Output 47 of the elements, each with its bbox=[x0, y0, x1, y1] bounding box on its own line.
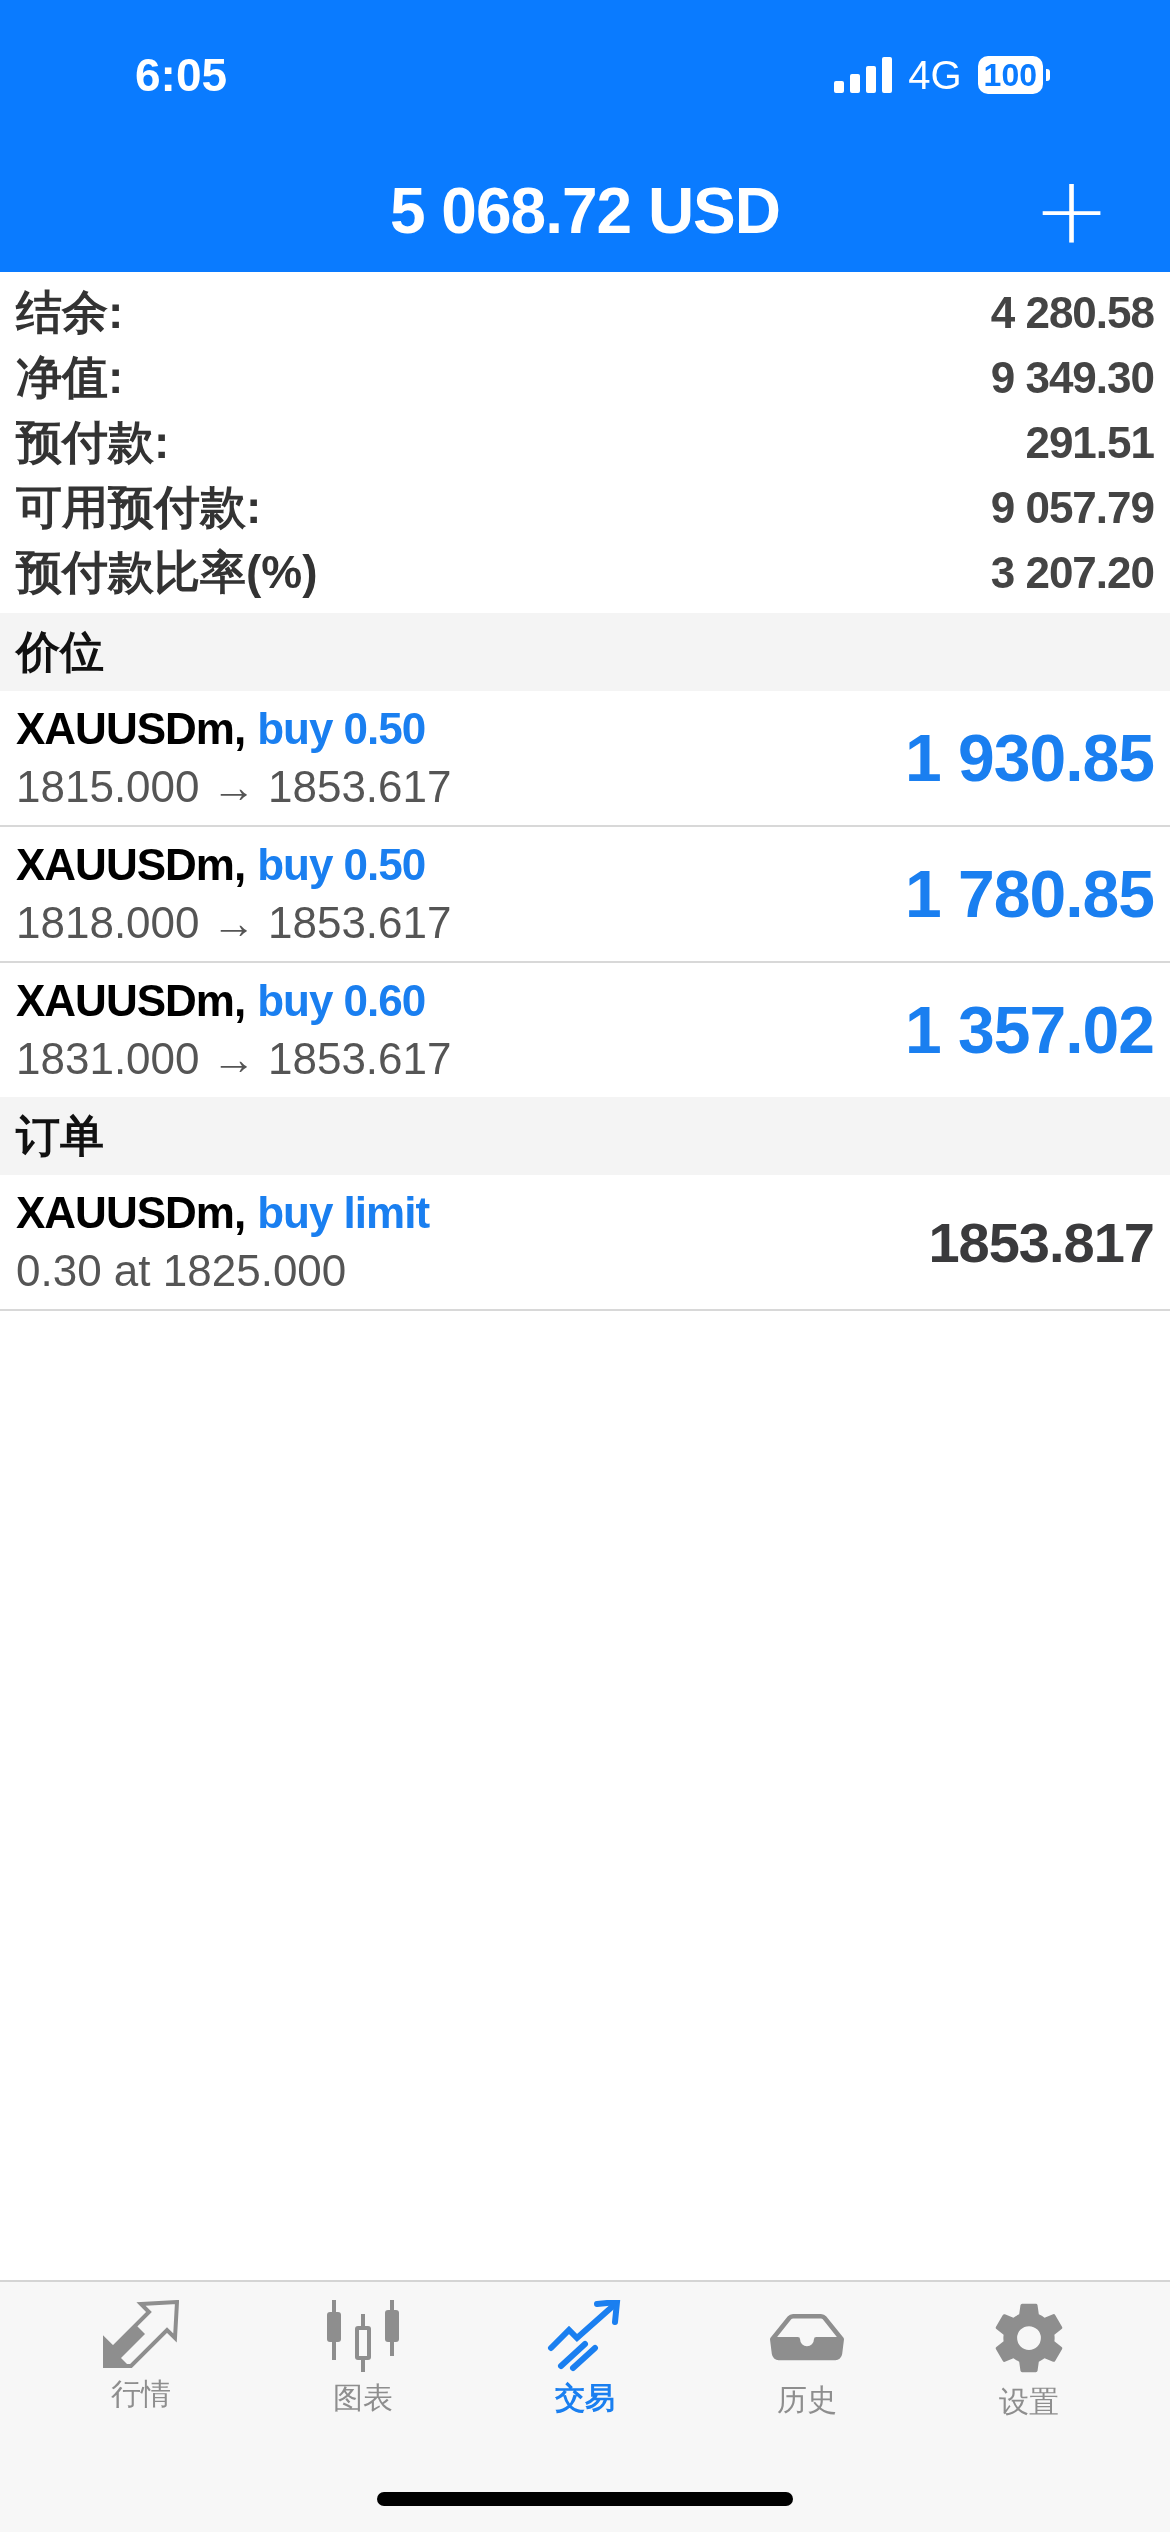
tab[interactable]: 历史 bbox=[717, 2300, 897, 2423]
account-label: 结余: bbox=[16, 284, 124, 340]
price-detail: 1818.000 → 1853.617 bbox=[16, 898, 452, 948]
account-value: 291.51 bbox=[1025, 417, 1154, 468]
symbol-text: XAUUSDm, bbox=[16, 976, 246, 1026]
account-label: 预付款: bbox=[16, 414, 170, 470]
order-row[interactable]: XAUUSDm, buy limit 0.30 at 1825.000 1853.817 bbox=[0, 1175, 1170, 1309]
account-value: 3 207.20 bbox=[990, 547, 1154, 598]
symbol-text: XAUUSDm, bbox=[16, 840, 246, 890]
trade-type: buy limit bbox=[257, 1188, 430, 1238]
account-label: 净值: bbox=[16, 349, 124, 405]
trade-type: buy 0.60 bbox=[257, 976, 426, 1026]
profit-value: 1 357.02 bbox=[905, 992, 1154, 1068]
tab[interactable]: 行情 bbox=[51, 2300, 231, 2423]
section-header: 价位 bbox=[0, 613, 1170, 691]
trade-type: buy 0.50 bbox=[257, 840, 426, 890]
price-detail: 0.30 at 1825.000 bbox=[16, 1246, 348, 1296]
double-arrow-icon bbox=[103, 2300, 179, 2368]
symbol-text: XAUUSDm, bbox=[16, 704, 246, 754]
balance-title: 5 068.72 USD bbox=[390, 174, 780, 248]
position-row[interactable]: XAUUSDm, buy 0.60 1831.000 → 1853.617 1 357.02 bbox=[0, 963, 1170, 1097]
position-row[interactable]: XAUUSDm, buy 0.50 1815.000 → 1853.617 1 930.85 bbox=[0, 691, 1170, 827]
battery-tip-icon bbox=[1046, 69, 1050, 81]
account-value: 9 349.30 bbox=[990, 352, 1154, 403]
tab[interactable]: 交易 bbox=[495, 2300, 675, 2423]
symbol-text: XAUUSDm, bbox=[16, 1188, 246, 1238]
account-value: 9 057.79 bbox=[990, 482, 1154, 533]
tab[interactable]: 设置 bbox=[939, 2300, 1119, 2423]
account-label: 预付款比率(%) bbox=[16, 544, 318, 600]
trade-type: buy 0.50 bbox=[257, 704, 426, 754]
price-detail: 1815.000 → 1853.617 bbox=[16, 762, 452, 812]
profit-value: 1 780.85 bbox=[905, 856, 1154, 932]
battery-level: 100 bbox=[977, 55, 1043, 95]
section-header: 订单 bbox=[0, 1097, 1170, 1175]
signal-icon bbox=[834, 57, 893, 93]
account-label: 可用预付款: bbox=[16, 479, 262, 535]
tab[interactable]: 图表 bbox=[273, 2300, 453, 2423]
price-detail: 1831.000 → 1853.617 bbox=[16, 1034, 452, 1084]
current-price: 1853.817 bbox=[928, 1209, 1154, 1275]
network-type: 4G bbox=[908, 52, 962, 98]
account-value: 4 280.58 bbox=[990, 287, 1154, 338]
status-time: 6:05 bbox=[135, 48, 228, 102]
profit-value: 1 930.85 bbox=[905, 720, 1154, 796]
position-row[interactable]: XAUUSDm, buy 0.50 1818.000 → 1853.617 1 780.85 bbox=[0, 827, 1170, 963]
trend-arrow-icon bbox=[547, 2300, 623, 2372]
candlestick-icon bbox=[325, 2300, 401, 2372]
add-button[interactable]: + bbox=[1022, 165, 1120, 257]
